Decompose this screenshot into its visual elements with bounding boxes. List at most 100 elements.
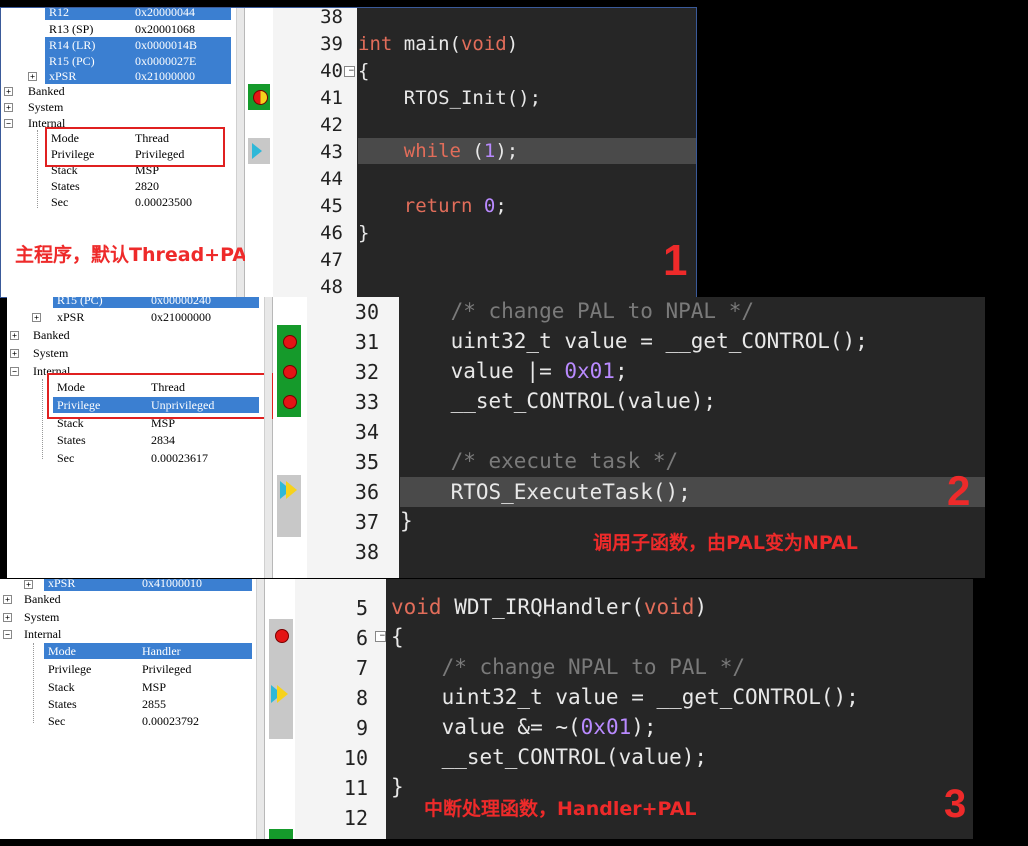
step-number: 3	[944, 782, 967, 826]
breakpoint-gutter[interactable]	[245, 8, 273, 297]
register-row[interactable]: States 2855	[44, 696, 252, 712]
expand-icon[interactable]: +	[10, 349, 19, 358]
register-row[interactable]: Sec 0.00023500	[47, 194, 227, 210]
tree-group-system[interactable]: System	[24, 609, 59, 625]
tree-line	[33, 643, 34, 723]
line-numbers: 30 31 32 33 34 35 36 37 38	[307, 297, 399, 578]
tree-group-banked[interactable]: Banked	[28, 83, 65, 99]
register-row[interactable]: States 2820	[47, 178, 227, 194]
register-name: R14 (LR)	[49, 38, 96, 52]
register-row[interactable]: Mode Handler	[44, 643, 252, 659]
tree-group-system[interactable]: System	[33, 345, 68, 361]
register-value: 0.00023617	[151, 451, 208, 465]
vertical-scrollbar[interactable]	[256, 579, 264, 839]
breakpoint-icon[interactable]	[283, 395, 297, 409]
fold-toggle-icon[interactable]: −	[344, 66, 355, 77]
highlight-box-mode-privilege	[45, 127, 225, 167]
register-name: Sec	[57, 451, 75, 465]
register-name: R15 (PC)	[57, 297, 103, 307]
annotation-text: 中断处理函数，Handler+PAL	[424, 798, 697, 820]
line-number: 39	[320, 33, 343, 55]
register-row[interactable]: R14 (LR) 0x0000014B	[45, 37, 231, 53]
breakpoint-gutter[interactable]	[273, 297, 307, 578]
register-name: States	[48, 697, 77, 711]
register-value: Privileged	[142, 662, 192, 676]
register-row[interactable]: Privilege Privileged	[44, 661, 252, 677]
expand-icon[interactable]: +	[28, 72, 37, 81]
highlight-box-mode-privilege	[47, 373, 273, 419]
register-value: 0x0000014B	[135, 38, 198, 52]
line-number: 45	[320, 195, 343, 217]
tree-group-system[interactable]: System	[28, 99, 63, 115]
register-value: 2820	[135, 179, 159, 193]
register-value: 0x20000044	[135, 7, 195, 19]
registers-pane: R15 (PC) 0x00000240 + xPSR 0x21000000 + …	[7, 297, 273, 578]
exec-marker	[269, 829, 293, 839]
collapse-icon[interactable]: −	[3, 630, 12, 639]
code-line: __set_CONTROL(value);	[391, 745, 708, 769]
register-name: xPSR	[49, 69, 77, 83]
expand-icon[interactable]: +	[3, 613, 12, 622]
tree-group-banked[interactable]: Banked	[24, 591, 61, 607]
breakpoint-icon[interactable]	[275, 629, 289, 643]
line-numbers: 38 39 40 41 42 43 44 45 46 47 48 −	[273, 8, 357, 297]
expand-icon[interactable]: +	[4, 87, 13, 96]
register-row[interactable]: R15 (PC) 0x0000027E	[45, 53, 231, 69]
register-row[interactable]: R15 (PC) 0x00000240	[53, 297, 259, 308]
register-row[interactable]: R13 (SP) 0x20001068	[45, 21, 231, 37]
register-value: 0.00023500	[135, 195, 192, 209]
line-number: 12	[343, 806, 368, 830]
tree-line	[42, 379, 43, 459]
code-line-current: while (1);	[358, 138, 696, 164]
register-row[interactable]: xPSR 0x21000000	[53, 309, 259, 325]
tree-group-banked[interactable]: Banked	[33, 327, 70, 343]
caller-arrow-icon	[286, 481, 297, 499]
line-number: 38	[354, 540, 379, 564]
register-row[interactable]: Sec 0.00023792	[44, 713, 252, 729]
code-line: __set_CONTROL(value);	[400, 389, 717, 413]
line-number: 44	[320, 168, 343, 190]
expand-icon[interactable]: +	[10, 331, 19, 340]
expand-icon[interactable]: +	[24, 580, 33, 589]
code-line: {	[391, 625, 404, 649]
line-number: 40	[320, 60, 343, 82]
register-value: 2855	[142, 697, 166, 711]
register-row[interactable]: R12 0x20000044	[45, 7, 231, 20]
register-value: 0x21000000	[135, 69, 195, 83]
register-name: Mode	[48, 644, 76, 658]
tree-line	[37, 130, 38, 208]
pc-arrow-icon	[252, 143, 262, 159]
breakpoint-gutter[interactable]	[265, 579, 295, 839]
line-number: 11	[343, 776, 368, 800]
code-editor[interactable]: int main(void) { RTOS_Init(); while (1);…	[358, 8, 696, 297]
code-line: RTOS_Init();	[358, 87, 542, 109]
register-row[interactable]: xPSR 0x41000010	[44, 579, 252, 591]
panel-1-main-thread: R12 0x20000044 R13 (SP) 0x20001068 R14 (…	[0, 7, 697, 298]
register-row[interactable]: Stack MSP	[44, 679, 252, 695]
breakpoint-icon[interactable]	[283, 365, 297, 379]
line-number: 30	[354, 300, 379, 324]
line-number: 38	[320, 7, 343, 28]
code-line: return 0;	[403, 195, 507, 217]
register-row[interactable]: Sec 0.00023617	[53, 450, 259, 466]
collapse-icon[interactable]: −	[10, 367, 19, 376]
tree-group-internal[interactable]: Internal	[24, 626, 61, 642]
register-value: 0x20001068	[135, 22, 195, 36]
expand-icon[interactable]: +	[4, 103, 13, 112]
collapse-icon[interactable]: −	[4, 119, 13, 128]
line-number: 7	[355, 656, 368, 680]
breakpoint-icon[interactable]	[283, 335, 297, 349]
register-name: Sec	[48, 714, 66, 728]
expand-icon[interactable]: +	[3, 595, 12, 604]
register-row[interactable]: States 2834	[53, 432, 259, 448]
vertical-scrollbar[interactable]	[264, 297, 272, 578]
code-line: value |= 0x01;	[400, 359, 628, 383]
register-row[interactable]: xPSR 0x21000000	[45, 68, 231, 84]
register-value: 0.00023792	[142, 714, 199, 728]
register-name: R15 (PC)	[49, 54, 95, 68]
register-value: 0x41000010	[142, 579, 202, 590]
register-name: Sec	[51, 195, 69, 209]
expand-icon[interactable]: +	[32, 313, 41, 322]
line-number: 47	[320, 249, 343, 271]
fold-toggle-icon[interactable]: −	[375, 631, 386, 642]
